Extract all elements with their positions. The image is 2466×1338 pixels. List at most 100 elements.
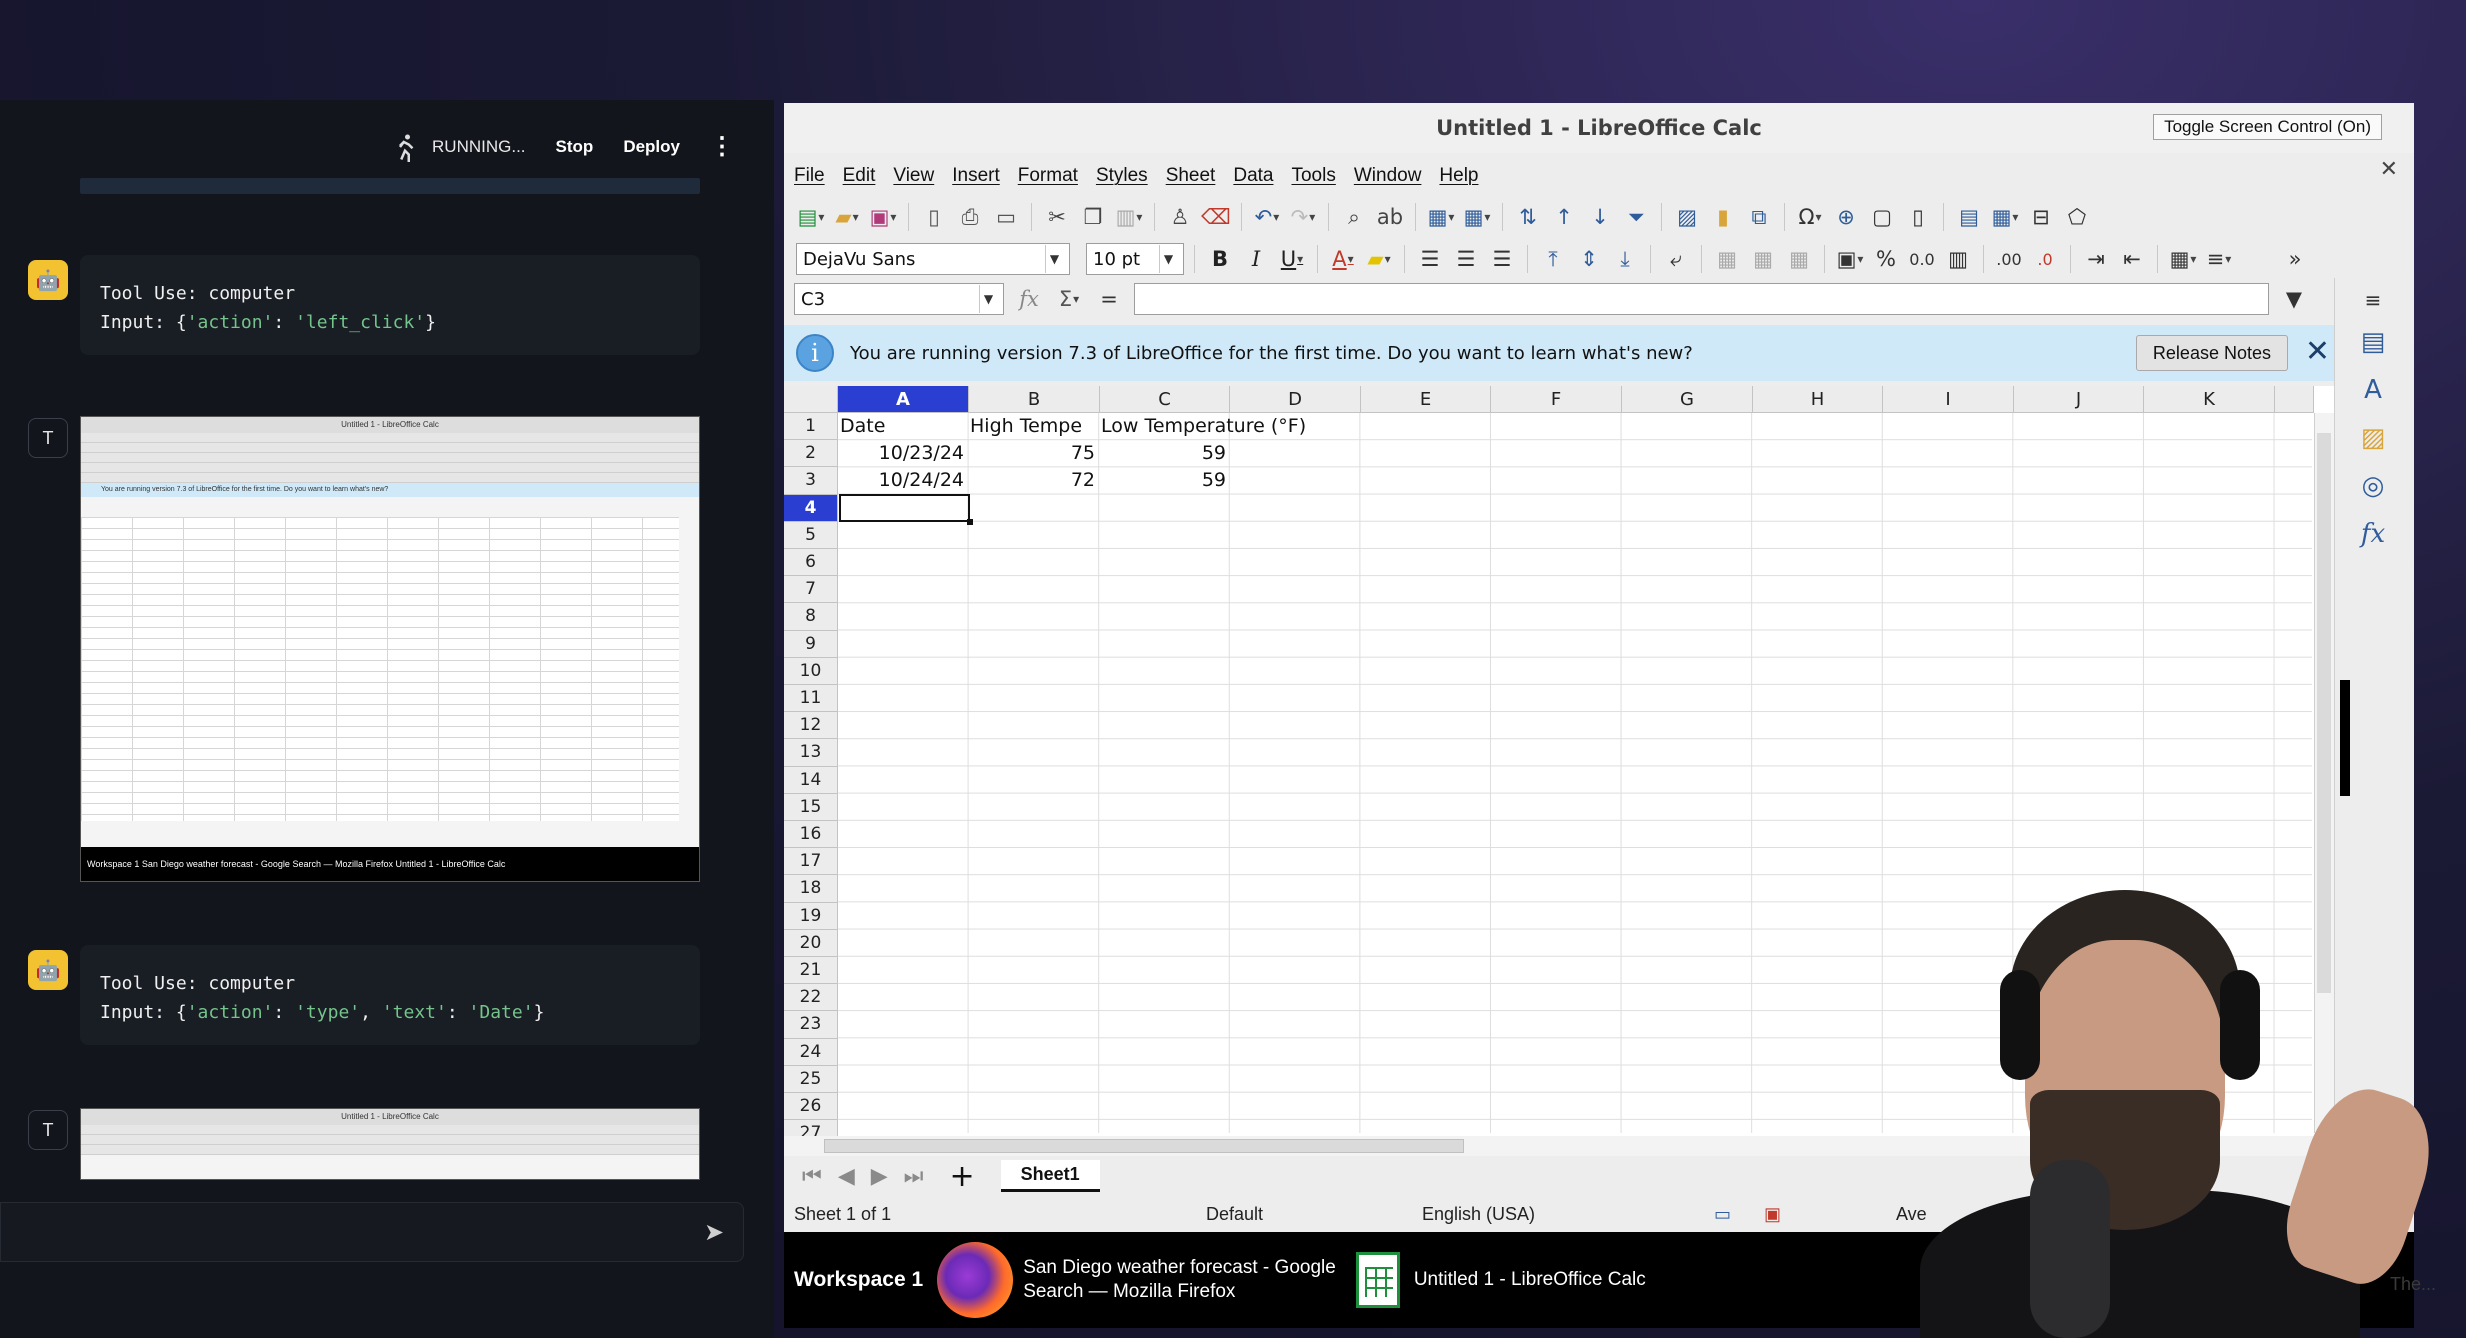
calc-task[interactable]: Untitled 1 - LibreOffice Calc [1414, 1269, 1646, 1291]
cell-A1[interactable]: Date [840, 413, 968, 440]
row-header[interactable]: 22 [784, 984, 838, 1012]
row-header[interactable]: 16 [784, 821, 838, 849]
chevron-down-icon[interactable]: ▼ [979, 285, 997, 313]
highlight-color-icon[interactable]: ▰ [1364, 244, 1394, 274]
italic-icon[interactable]: I [1241, 244, 1271, 274]
add-sheet-icon[interactable]: + [949, 1159, 974, 1194]
print-icon[interactable]: ⎙ [955, 202, 985, 232]
row-header[interactable]: 27 [784, 1120, 838, 1136]
show-draw-functions-icon[interactable]: ⬠ [2062, 202, 2092, 232]
row-header[interactable]: 23 [784, 1011, 838, 1039]
sum-icon[interactable]: Σ [1054, 284, 1084, 314]
release-notes-button[interactable]: Release Notes [2135, 335, 2288, 371]
undo-icon[interactable]: ↶ [1252, 202, 1282, 232]
hyperlink-icon[interactable]: ⊕ [1831, 202, 1861, 232]
comment-icon[interactable]: ▢ [1867, 202, 1897, 232]
close-document-icon[interactable]: ✕ [2380, 156, 2398, 182]
cut-icon[interactable]: ✂ [1042, 202, 1072, 232]
column-header[interactable]: K [2144, 386, 2275, 413]
menu-sheet[interactable]: Sheet [1166, 165, 1216, 187]
menu-styles[interactable]: Styles [1096, 165, 1148, 187]
cell-B3[interactable]: 72 [969, 467, 1099, 494]
menu-view[interactable]: View [893, 165, 934, 187]
row-header[interactable]: 24 [784, 1038, 838, 1066]
menu-tools[interactable]: Tools [1291, 165, 1335, 187]
column-header[interactable]: F [1491, 386, 1622, 413]
freeze-rows-icon[interactable]: ▦ [1990, 202, 2020, 232]
row-header[interactable]: 10 [784, 657, 838, 685]
decrease-indent-icon[interactable]: ⇤ [2117, 244, 2147, 274]
firefox-icon[interactable] [937, 1242, 1014, 1318]
row-header[interactable]: 14 [784, 766, 838, 794]
define-print-area-icon[interactable]: ▤ [1954, 202, 1984, 232]
more-menu-icon[interactable]: ⋮ [710, 135, 734, 159]
find-replace-icon[interactable]: ⌕ [1339, 202, 1369, 232]
bold-icon[interactable]: B [1205, 244, 1235, 274]
column-icon[interactable]: ▦ [1462, 202, 1492, 232]
next-sheet-icon[interactable]: ▶ [871, 1164, 888, 1189]
cell-A3[interactable]: 10/24/24 [838, 467, 968, 494]
date-format-icon[interactable]: ▥ [1943, 244, 1973, 274]
styles-icon[interactable]: A [2355, 372, 2391, 408]
function-wizard-icon[interactable]: fx [1014, 284, 1044, 314]
wrap-text-icon[interactable]: ⤶ [1661, 244, 1691, 274]
align-center-icon[interactable]: ☰ [1451, 244, 1481, 274]
formula-input[interactable] [1134, 283, 2269, 315]
menu-data[interactable]: Data [1233, 165, 1273, 187]
column-header[interactable]: G [1622, 386, 1753, 413]
column-header[interactable]: C [1100, 386, 1230, 413]
row-header[interactable]: 8 [784, 603, 838, 631]
row-header[interactable]: 13 [784, 739, 838, 767]
row-header[interactable]: 25 [784, 1065, 838, 1093]
row-header[interactable]: 4 [784, 494, 838, 522]
chat-input[interactable]: ➤ [0, 1202, 744, 1262]
redo-icon[interactable]: ↷ [1288, 202, 1318, 232]
align-bottom-icon[interactable]: ⤓ [1610, 244, 1640, 274]
row-icon[interactable]: ▦ [1426, 202, 1456, 232]
row-header[interactable]: 19 [784, 902, 838, 930]
save-icon[interactable]: ▣ [868, 202, 898, 232]
sheet-tab[interactable]: Sheet1 [1000, 1160, 1100, 1192]
merge-cells-icon[interactable]: ▦ [1748, 244, 1778, 274]
workspace-label[interactable]: Workspace 1 [794, 1268, 923, 1292]
delete-decimal-icon[interactable]: .0 [2030, 244, 2060, 274]
chevron-down-icon[interactable]: ▼ [1045, 245, 1063, 273]
insert-image-icon[interactable]: ▨ [1672, 202, 1702, 232]
close-icon[interactable]: ✕ [2305, 335, 2330, 369]
add-decimal-icon[interactable]: .00 [1994, 244, 2024, 274]
formula-icon[interactable]: = [1094, 284, 1124, 314]
center-vertically-icon[interactable]: ⇕ [1574, 244, 1604, 274]
align-top-icon[interactable]: ⤒ [1538, 244, 1568, 274]
column-header[interactable]: H [1753, 386, 1883, 413]
prev-sheet-icon[interactable]: ◀ [838, 1164, 855, 1189]
properties-icon[interactable]: ▤ [2355, 324, 2391, 360]
row-header[interactable]: 1 [784, 413, 838, 441]
font-name-box[interactable]: DejaVu Sans ▼ [796, 243, 1070, 275]
merge-center-icon[interactable]: ▦ [1712, 244, 1742, 274]
gallery-icon[interactable]: ▨ [2355, 420, 2391, 456]
libreoffice-calc-icon[interactable] [1355, 1252, 1400, 1308]
row-header[interactable]: 26 [784, 1093, 838, 1121]
menu-window[interactable]: Window [1354, 165, 1422, 187]
row-header[interactable]: 12 [784, 712, 838, 740]
navigator-icon[interactable]: ◎ [2355, 468, 2391, 504]
cell-A2[interactable]: 10/23/24 [838, 440, 968, 467]
deploy-button[interactable]: Deploy [623, 137, 680, 157]
sidebar-menu-icon[interactable]: ≡ [2355, 282, 2391, 318]
row-header[interactable]: 2 [784, 440, 838, 468]
sort-icon[interactable]: ⇅ [1513, 202, 1543, 232]
increase-indent-icon[interactable]: ⇥ [2081, 244, 2111, 274]
spelling-icon[interactable]: ab [1375, 202, 1405, 232]
special-character-icon[interactable]: Ω [1795, 202, 1825, 232]
row-header[interactable]: 11 [784, 685, 838, 713]
row-header[interactable]: 6 [784, 549, 838, 577]
menu-file[interactable]: File [794, 165, 825, 187]
align-right-icon[interactable]: ☰ [1487, 244, 1517, 274]
border-style-icon[interactable]: ≡ [2204, 244, 2234, 274]
pivot-table-icon[interactable]: ⧉ [1744, 202, 1774, 232]
font-color-icon[interactable]: A [1328, 244, 1358, 274]
cell-C2[interactable]: 59 [1099, 440, 1230, 467]
underline-icon[interactable]: U [1277, 244, 1307, 274]
scrollbar-thumb[interactable] [824, 1139, 1464, 1153]
column-header[interactable]: J [2014, 386, 2144, 413]
